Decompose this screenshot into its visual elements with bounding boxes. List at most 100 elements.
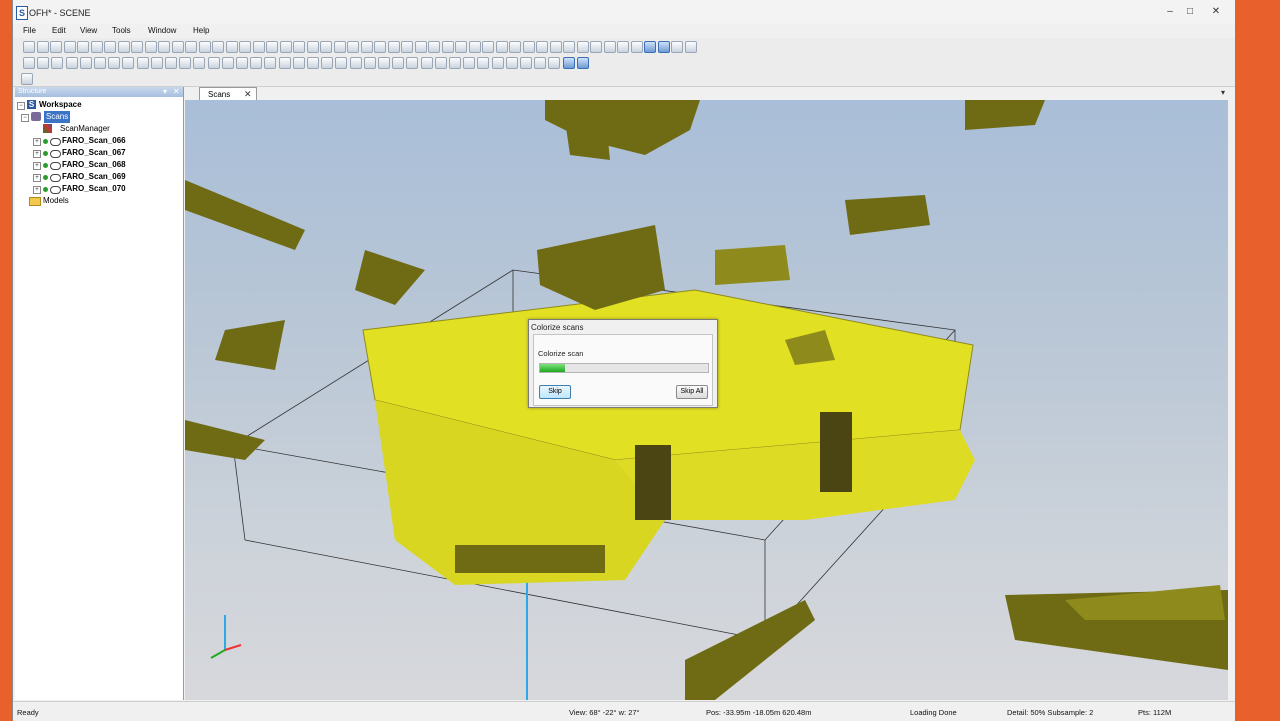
menu-help[interactable]: Help [193,26,209,35]
new-icon[interactable] [185,41,197,53]
mode-3d-icon[interactable] [90,41,103,53]
save-icon[interactable] [392,57,405,69]
print-icon[interactable] [225,41,238,53]
layer-icon[interactable] [495,41,508,53]
expand-icon[interactable]: + [33,150,41,158]
minimize-button[interactable]: – [1161,5,1179,19]
help-icon[interactable] [79,57,92,69]
close-button[interactable]: ✕ [1205,5,1227,19]
home-icon[interactable] [449,57,461,69]
help-icon[interactable] [250,57,263,69]
home-icon[interactable] [278,57,291,69]
mode-3d-icon[interactable] [94,57,106,69]
mode-3d-icon[interactable] [576,41,589,53]
mode-3d-icon[interactable] [414,41,427,53]
view-icon[interactable] [320,41,332,53]
view-icon[interactable] [505,57,518,69]
menu-view[interactable]: View [80,26,97,35]
view-icon[interactable] [158,41,170,53]
mode-3d-icon[interactable] [252,41,265,53]
home-icon[interactable] [428,41,440,53]
help-icon[interactable] [420,57,433,69]
menu-edit[interactable]: Edit [52,26,66,35]
menu-file[interactable]: File [23,26,36,35]
layer-icon[interactable] [171,41,184,53]
save-icon[interactable] [51,57,64,69]
title-bar[interactable]: S OFH* - SCENE – □ ✕ [13,0,1235,25]
measure-icon[interactable] [468,41,481,53]
new-icon[interactable] [23,57,35,69]
home-icon[interactable] [266,41,278,53]
print-icon[interactable] [549,41,562,53]
skip-all-button[interactable]: Skip All [676,385,708,399]
expand-icon[interactable]: + [33,174,41,182]
layer-icon[interactable] [333,41,346,53]
open-icon[interactable] [36,41,49,53]
help-icon[interactable] [563,41,575,53]
save-icon[interactable] [536,41,548,53]
tab-list-dropdown-icon[interactable]: ▾ [1221,88,1225,97]
print-icon[interactable] [406,57,419,69]
select-icon[interactable] [307,57,319,69]
save-icon[interactable] [374,41,386,53]
save-icon[interactable] [50,41,62,53]
new-icon[interactable] [671,41,683,53]
zoom-icon[interactable] [441,41,454,53]
save-icon[interactable] [562,57,575,69]
open-icon[interactable] [522,41,535,53]
panel-close-icon[interactable]: ✕ [173,87,180,96]
mode-3d-icon[interactable] [434,57,447,69]
expand-icon[interactable]: + [33,186,41,194]
expand-icon[interactable]: + [33,162,41,170]
measure-icon[interactable] [321,57,334,69]
print-icon[interactable] [65,57,78,69]
print-icon[interactable] [387,41,400,53]
skip-button[interactable]: Skip [539,385,571,399]
new-icon[interactable] [363,57,376,69]
help-icon[interactable] [77,41,89,53]
open-icon[interactable] [37,57,50,69]
tab-close-icon[interactable]: ✕ [244,89,252,100]
zoom-icon[interactable] [292,57,305,69]
new-icon[interactable] [193,57,206,69]
open-icon[interactable] [548,57,561,69]
mode-3d-icon[interactable] [264,57,277,69]
menu-tools[interactable]: Tools [112,26,131,35]
tab-scans[interactable]: Scans ✕ [199,87,257,101]
open-icon[interactable] [360,41,373,53]
view-icon[interactable] [165,57,177,69]
view-icon[interactable] [644,41,656,53]
print-icon[interactable] [63,41,76,53]
home-icon[interactable] [104,41,116,53]
select-icon[interactable] [477,57,490,69]
collapse-icon[interactable]: − [21,114,29,122]
open-icon[interactable] [198,41,211,53]
measure-icon[interactable] [150,57,163,69]
zoom-icon[interactable] [279,41,292,53]
select-icon[interactable] [136,57,149,69]
select-icon[interactable] [293,41,305,53]
save-icon[interactable] [221,57,234,69]
zoom-icon[interactable] [117,41,130,53]
view-icon[interactable] [482,41,494,53]
zoom-icon[interactable] [603,41,616,53]
select-icon[interactable] [455,41,467,53]
help-icon[interactable] [401,41,413,53]
measure-icon[interactable] [491,57,504,69]
new-icon[interactable] [534,57,547,69]
layer-icon[interactable] [657,41,670,53]
open-icon[interactable] [684,41,697,53]
layer-icon[interactable] [179,57,192,69]
maximize-button[interactable]: □ [1181,5,1199,19]
home-icon[interactable] [590,41,602,53]
print-icon[interactable] [576,57,589,69]
layer-icon[interactable] [520,57,532,69]
select-icon[interactable] [131,41,143,53]
zoom-icon[interactable] [463,57,476,69]
open-icon[interactable] [378,57,390,69]
measure-icon[interactable] [144,41,157,53]
measure-icon[interactable] [306,41,319,53]
expand-icon[interactable]: + [33,138,41,146]
print-icon[interactable] [236,57,248,69]
save-icon[interactable] [212,41,224,53]
